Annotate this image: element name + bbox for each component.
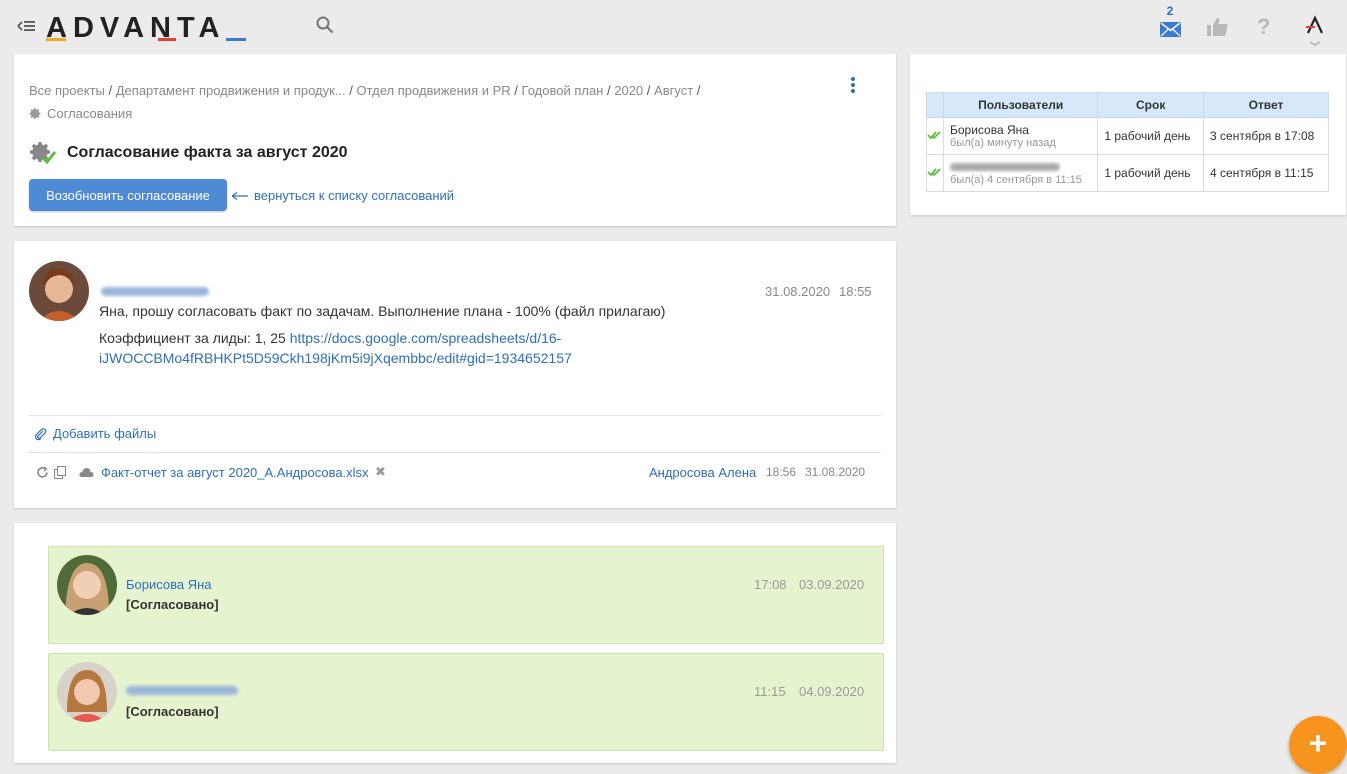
- answer-cell: 3 сентября в 17:08: [1203, 117, 1329, 155]
- breadcrumb-item[interactable]: Август: [654, 83, 693, 98]
- answer-cell: 4 сентября в 11:15: [1203, 154, 1329, 192]
- breadcrumb-current-label: Согласования: [47, 106, 133, 121]
- user-menu-icon[interactable]: [1302, 14, 1328, 48]
- approval-status: [Согласовано]: [126, 597, 219, 612]
- message-panel: 31.08.2020 18:55 Яна, прошу согласовать …: [14, 241, 896, 508]
- approval-time: 11:15: [754, 684, 786, 699]
- approver-name[interactable]: Борисова Яна: [126, 577, 212, 592]
- collapse-menu-icon[interactable]: [16, 18, 36, 34]
- mail-icon: [1160, 22, 1181, 37]
- arrow-left-icon: [232, 191, 248, 200]
- table-row: Борисова Яна был(а) минуту назад 1 рабоч…: [926, 117, 1329, 155]
- add-files-label: Добавить файлы: [53, 426, 157, 441]
- approval-date: 03.09.2020: [799, 577, 865, 592]
- table-header-row: Пользователи Срок Ответ: [926, 92, 1329, 118]
- avatar-photo-icon: [57, 662, 117, 722]
- user-cell: Борисова Яна был(а) минуту назад: [942, 117, 1099, 155]
- user-name[interactable]: Борисова Яна: [950, 123, 1091, 137]
- cloud-icon[interactable]: [79, 467, 94, 478]
- breadcrumb: Все проекты / Департамент продвижения и …: [29, 83, 701, 98]
- author-name-hidden[interactable]: [101, 287, 209, 296]
- participants-table: Пользователи Срок Ответ Борисова Яна был…: [926, 92, 1329, 192]
- back-link-label: вернуться к списку согласований: [254, 188, 455, 203]
- refresh-icon[interactable]: [36, 466, 49, 479]
- user-cell: был(а) 4 сентября в 11:15: [942, 154, 1099, 192]
- gear-icon: [29, 108, 41, 119]
- help-icon[interactable]: ?: [1257, 14, 1270, 40]
- approval-date: 04.09.2020: [799, 684, 865, 699]
- copy-icon[interactable]: [54, 466, 67, 479]
- term-cell: 1 рабочий день: [1097, 154, 1205, 192]
- participants-panel: Пользователи Срок Ответ Борисова Яна был…: [910, 54, 1346, 215]
- breadcrumb-current[interactable]: Согласования: [29, 106, 132, 121]
- double-check-icon: [927, 168, 941, 177]
- file-author[interactable]: Андросова Алена: [649, 465, 756, 480]
- breadcrumb-item[interactable]: Годовой план: [522, 83, 604, 98]
- mail-notifications[interactable]: 2: [1158, 4, 1182, 40]
- breadcrumb-item[interactable]: Все проекты: [29, 83, 105, 98]
- logo-accent-icon: [46, 38, 246, 41]
- user-last-seen: был(а) 4 сентября в 11:15: [950, 174, 1082, 186]
- message-time: 18:55: [839, 284, 872, 299]
- spreadsheet-link[interactable]: https://docs.google.com/spreadsheets/d/1…: [290, 330, 562, 346]
- table-header-answer: Ответ: [1203, 92, 1329, 118]
- message-text: Яна, прошу согласовать факт по задачам. …: [99, 303, 666, 319]
- author-avatar[interactable]: [29, 261, 89, 321]
- approval-item: Борисова Яна [Согласовано] 17:08 03.09.2…: [48, 546, 884, 644]
- breadcrumb-item[interactable]: 2020: [614, 83, 643, 98]
- table-header-term: Срок: [1097, 92, 1205, 118]
- avatar-photo-icon: [29, 261, 89, 321]
- spreadsheet-link-cont[interactable]: iJWOCCBMo4fRBHKPt5D59Ckh198jKm5i9jXqembb…: [99, 350, 572, 366]
- thumbs-up-icon[interactable]: [1207, 17, 1228, 36]
- search-icon[interactable]: [316, 16, 334, 34]
- check-cell: [926, 154, 944, 192]
- approver-avatar[interactable]: [57, 662, 117, 722]
- avatar-photo-icon: [57, 555, 117, 615]
- file-time: 18:56: [766, 465, 797, 479]
- divider: [29, 415, 881, 416]
- approver-avatar[interactable]: [57, 555, 117, 615]
- file-name-link[interactable]: Факт-отчет за август 2020_А.Андросова.xl…: [101, 465, 369, 480]
- remove-file-icon[interactable]: ✖: [375, 464, 386, 480]
- add-fab-button[interactable]: +: [1289, 716, 1347, 774]
- mail-count-badge: 2: [1166, 4, 1174, 18]
- page-title-text: Согласование факта за август 2020: [67, 144, 348, 161]
- attached-file-row: Факт-отчет за август 2020_А.Андросова.xl…: [34, 464, 874, 481]
- double-check-icon: [927, 131, 941, 140]
- paperclip-icon: [34, 427, 47, 440]
- table-row: был(а) 4 сентября в 11:15 1 рабочий день…: [926, 154, 1329, 192]
- back-to-list-link[interactable]: вернуться к списку согласований: [232, 188, 454, 203]
- check-cell: [926, 117, 944, 155]
- file-date: 31.08.2020: [805, 465, 866, 479]
- more-options-icon[interactable]: [850, 76, 856, 94]
- user-last-seen: был(а) минуту назад: [950, 137, 1056, 149]
- add-files-button[interactable]: Добавить файлы: [34, 426, 156, 441]
- approvals-panel: Борисова Яна [Согласовано] 17:08 03.09.2…: [14, 523, 896, 763]
- table-header-users: Пользователи: [942, 92, 1099, 118]
- divider: [29, 452, 881, 453]
- page-title: Согласование факта за август 2020: [29, 140, 348, 166]
- term-cell: 1 рабочий день: [1097, 117, 1205, 155]
- coef-label: Коэффициент за лиды: 1, 25: [99, 330, 286, 346]
- approval-time: 17:08: [754, 577, 787, 592]
- approval-item: [Согласовано] 11:15 04.09.2020: [48, 653, 884, 751]
- approver-name-hidden[interactable]: [126, 686, 238, 695]
- top-header: ADVANTA 2 ?: [0, 0, 1347, 52]
- message-coef: Коэффициент за лиды: 1, 25 https://docs.…: [99, 328, 799, 368]
- breadcrumb-item[interactable]: Департамент продвижения и продук...: [116, 83, 346, 98]
- table-header-check: [926, 92, 944, 118]
- gear-check-icon: [30, 142, 57, 165]
- user-name-hidden[interactable]: [950, 160, 1091, 174]
- approval-header-panel: Все проекты / Департамент продвижения и …: [14, 54, 896, 226]
- resume-approval-button[interactable]: Возобновить согласование: [29, 179, 227, 211]
- message-date: 31.08.2020: [765, 284, 831, 299]
- approval-status: [Согласовано]: [126, 704, 219, 719]
- breadcrumb-item[interactable]: Отдел продвижения и PR: [357, 83, 511, 98]
